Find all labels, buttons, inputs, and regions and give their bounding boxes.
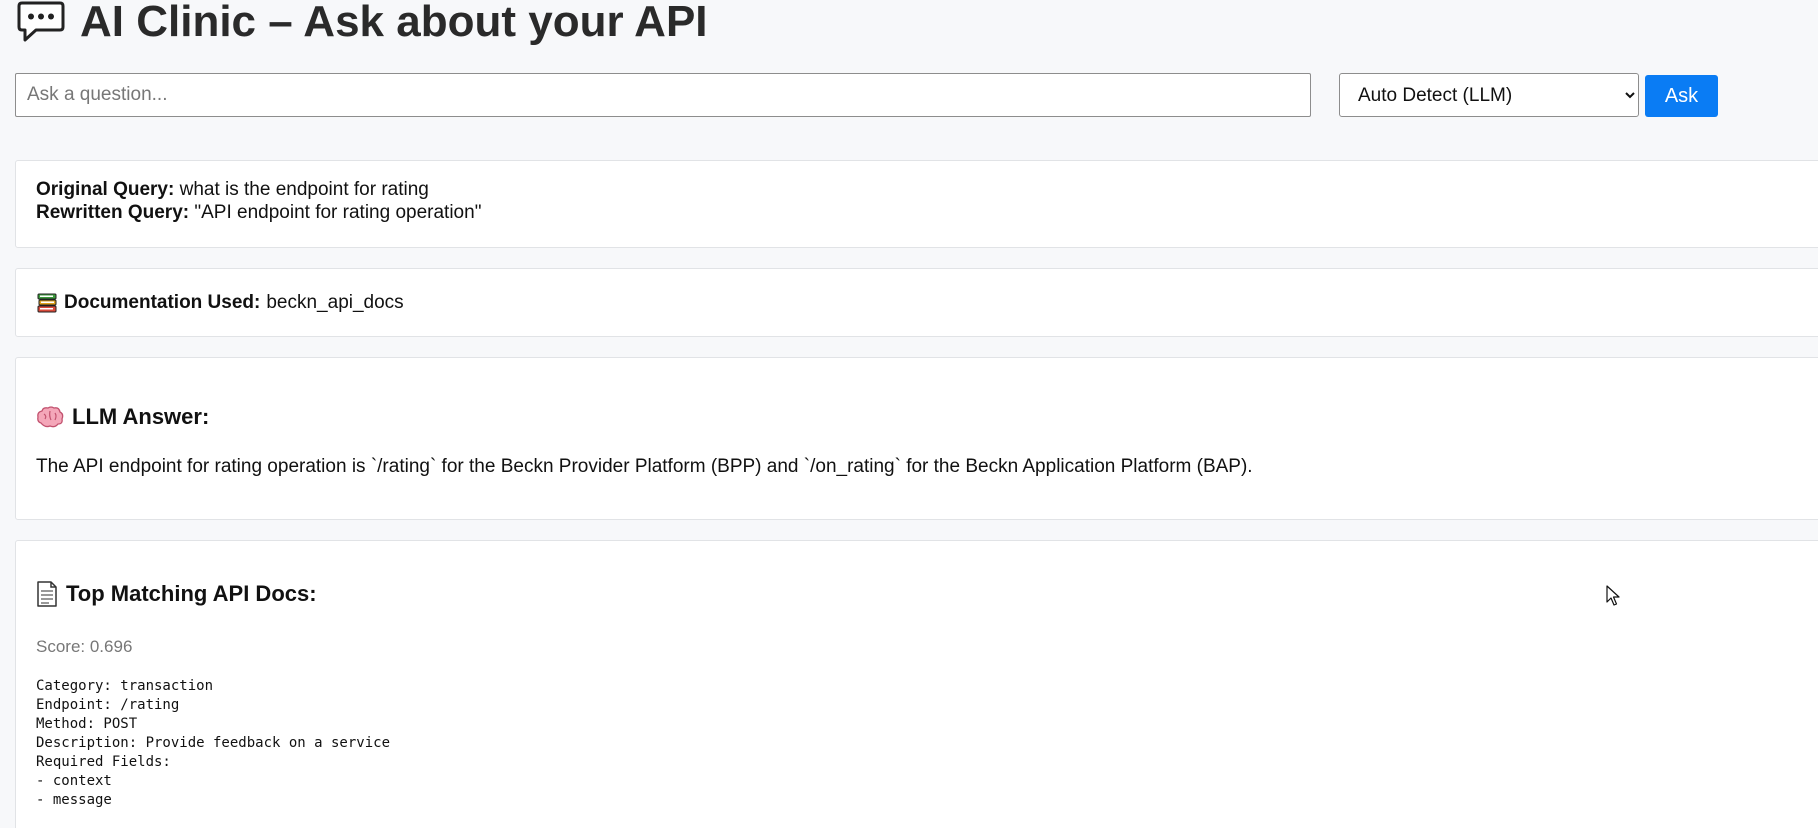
llm-answer-heading: LLM Answer: xyxy=(72,404,210,429)
ask-button[interactable]: Ask xyxy=(1645,75,1718,117)
documentation-line: Documentation Used: beckn_api_docs xyxy=(36,292,404,314)
llm-answer-text: The API endpoint for rating operation is… xyxy=(36,456,1253,477)
documentation-label: Documentation Used: xyxy=(64,292,261,313)
query-info-card: Original Query: what is the endpoint for… xyxy=(15,160,1818,248)
page-title: AI Clinic – Ask about your API xyxy=(80,0,708,46)
match-doc-text: Category: transaction Endpoint: /rating … xyxy=(36,678,391,808)
original-query-value: what is the endpoint for rating xyxy=(179,179,429,200)
document-icon xyxy=(37,581,57,607)
top-matches-heading-row: Top Matching API Docs: xyxy=(36,581,317,607)
brain-icon xyxy=(37,406,64,428)
llm-answer-heading-row: LLM Answer: xyxy=(36,404,209,430)
rewritten-query-label: Rewritten Query: xyxy=(36,202,190,223)
top-matches-card: Top Matching API Docs: Score: 0.696 Cate… xyxy=(15,540,1818,828)
rewritten-query-value: "API endpoint for rating operation" xyxy=(194,202,482,223)
mouse-cursor-icon xyxy=(1606,585,1620,606)
app-page: AI Clinic – Ask about your API Auto Dete… xyxy=(0,0,1818,828)
top-matches-heading: Top Matching API Docs: xyxy=(66,581,317,606)
llm-answer-card: LLM Answer: The API endpoint for rating … xyxy=(15,357,1818,520)
documentation-card: Documentation Used: beckn_api_docs xyxy=(15,268,1818,337)
mode-select[interactable]: Auto Detect (LLM) xyxy=(1339,73,1639,117)
match-score: Score: 0.696 xyxy=(36,637,133,656)
speech-bubble-icon xyxy=(17,1,65,42)
rewritten-query-line: Rewritten Query: "API endpoint for ratin… xyxy=(36,202,481,224)
original-query-label: Original Query: xyxy=(36,179,175,200)
page-header: AI Clinic – Ask about your API xyxy=(16,0,708,52)
question-input[interactable] xyxy=(15,73,1311,117)
books-icon xyxy=(37,293,57,313)
original-query-line: Original Query: what is the endpoint for… xyxy=(36,179,429,201)
documentation-value: beckn_api_docs xyxy=(266,292,404,313)
